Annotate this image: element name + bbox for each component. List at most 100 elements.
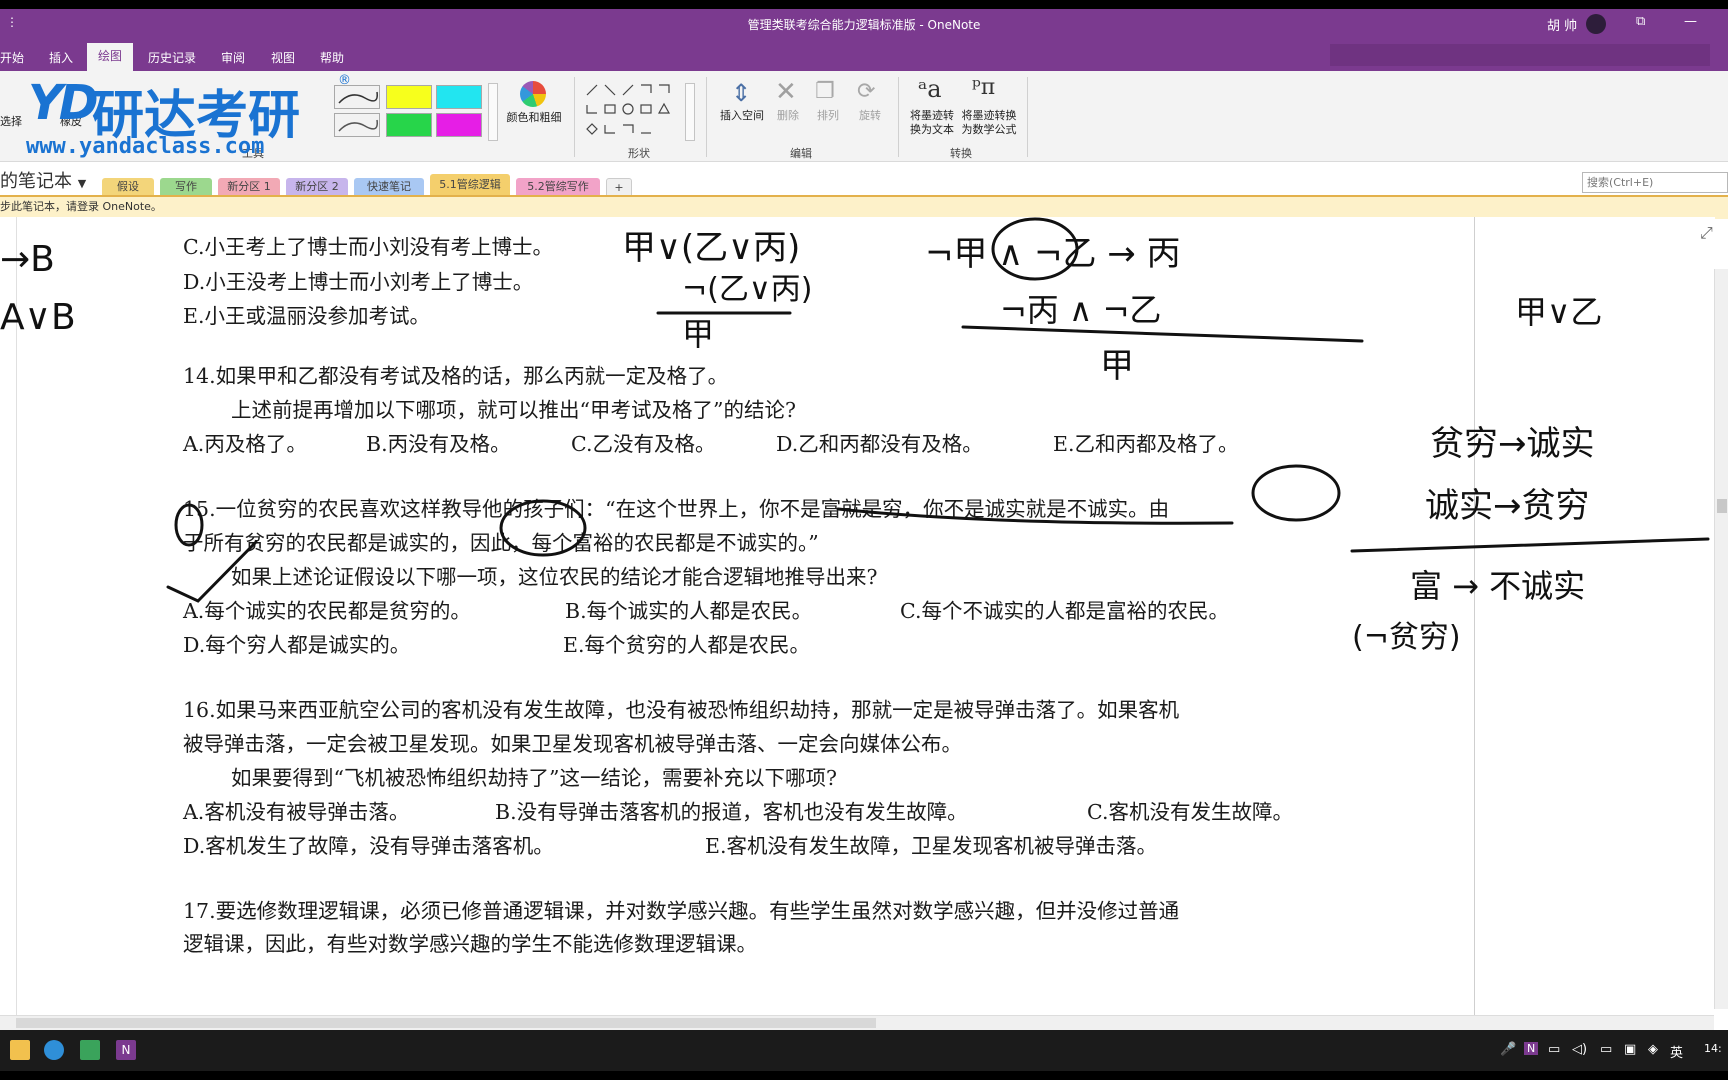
shield-icon[interactable]: ◈ [1648,1042,1658,1057]
onenote-tray-icon[interactable]: N [1524,1042,1539,1055]
ink-annotations[interactable]: →B A∨B 甲∨(乙∨丙) ¬(乙∨丙) 甲 ¬甲 ∧ ¬乙 → 丙 ¬丙 ∧… [0,217,1715,1017]
tab-help[interactable]: 帮助 [320,49,344,66]
search-input[interactable]: 搜索(Ctrl+E) [1582,172,1728,193]
display-icon[interactable]: ▣ [1624,1042,1636,1057]
battery-icon[interactable]: ▭ [1600,1042,1612,1057]
ink-rule-4: (¬贫穷) [1352,620,1461,655]
blurred-region [1330,44,1710,66]
ink-q14-premise2: ¬丙 ∧ ¬乙 [1000,291,1161,329]
convert-group-label: 转换 [950,147,972,160]
ink-left-2: A∨B [0,297,76,338]
section-tab[interactable]: 写作 [160,178,212,196]
avatar[interactable] [1586,14,1606,34]
scroll-thumb[interactable] [16,1018,876,1028]
section-tab-active[interactable]: 5.1管综逻辑 [430,174,510,196]
section-tab[interactable]: 新分区 2 [286,178,348,196]
section-tab[interactable]: 新分区 1 [218,178,280,196]
separator [706,77,707,157]
watermark-url: www.yandaclass.com [26,134,265,159]
ink-stroke [961,325,1364,343]
insert-space-button[interactable]: 插入空间 [716,109,768,123]
delete-button[interactable]: 删除 [773,109,803,123]
delete-icon: ✕ [775,77,797,107]
menu-bar: 开始 插入 绘图 历史记录 审阅 视图 帮助 [0,39,1728,71]
ink-circle [174,503,204,547]
taskbar: N 🎤 N ▭ ◁) ▭ ▣ ◈ 英 14: [0,1030,1728,1071]
ink-underline [836,507,1234,525]
tab-review[interactable]: 审阅 [221,49,245,66]
clock[interactable]: 14: [1704,1042,1722,1055]
shapes-gallery[interactable] [583,81,683,141]
pen-magenta[interactable] [436,113,482,137]
restore-window-icon[interactable]: ⧉ [1636,14,1645,29]
ink-to-math-button[interactable]: 将墨迹转换为数学公式 [958,109,1020,137]
pen-cyan[interactable] [436,85,482,109]
ink-q14-conclusion2: 甲 [1100,346,1134,386]
vertical-scrollbar[interactable] [1714,269,1728,1009]
tab-draw[interactable]: 绘图 [87,43,134,71]
volume-icon[interactable]: ◁) [1572,1042,1587,1057]
minimize-icon[interactable]: — [1684,14,1697,29]
ime-language[interactable]: 英 [1670,1042,1683,1061]
tab-home[interactable]: 开始 [0,49,24,66]
tab-history[interactable]: 历史记录 [148,49,196,66]
color-thickness-button[interactable]: 颜色和粗细 [504,111,564,125]
separator [574,77,575,157]
pen-yellow[interactable] [386,85,432,109]
arrange-button[interactable]: 排列 [813,109,843,123]
info-bar: 步此笔记本，请登录 OneNote。 [0,195,1728,219]
window-title: 管理类联考综合能力逻辑标准版 - OneNote [747,18,981,32]
shapes-icon [586,84,671,135]
pen-gray[interactable] [334,113,380,137]
pen-green[interactable] [386,113,432,137]
select-label[interactable]: 选择 [0,115,22,129]
section-bar: 的笔记本 ▼ 假设 写作 新分区 1 新分区 2 快速笔记 5.1管综逻辑 5.… [0,162,1728,198]
ink-to-text-icon: ᵃa [918,75,942,103]
section-tab[interactable]: 5.2管综写作 [516,178,600,196]
arrange-icon: ❐ [815,79,835,104]
watermark-reg-mark: ® [338,73,351,88]
pen-black[interactable] [334,85,380,109]
ink-circle [1251,464,1341,522]
horizontal-scrollbar[interactable] [0,1015,1714,1030]
insert-space-icon: ⇕ [731,79,752,107]
network-icon[interactable]: ▭ [1548,1042,1560,1057]
app-icon[interactable] [80,1040,100,1060]
ink-check [166,540,258,603]
ink-to-text-button[interactable]: 将墨迹转换为文本 [906,109,958,137]
scroll-thumb[interactable] [1717,499,1727,513]
tab-view[interactable]: 视图 [271,49,295,66]
rotate-button[interactable]: 旋转 [855,109,885,123]
ink-q14-rule: ¬甲 ∧ ¬乙 → 丙 [925,234,1181,274]
ink-q14-conclusion: 甲 [682,315,714,353]
note-page[interactable]: ⤢ C.小王考上了博士而小刘没有考上博士。 D.小王没考上博士而小刘考上了博士。… [0,217,1715,1017]
notebook-name[interactable]: 的笔记本 ▼ [0,167,86,193]
shapes-gallery-scroll[interactable] [685,83,695,141]
section-tab[interactable]: 快速笔记 [354,178,424,196]
edit-group-label: 编辑 [790,147,812,160]
ink-left-1: →B [0,239,55,280]
tab-insert[interactable]: 插入 [49,49,73,66]
section-tab[interactable]: 假设 [102,178,154,196]
ink-disjunction: 甲∨乙 [1515,293,1602,331]
onenote-window: ⋮ 管理类联考综合能力逻辑标准版 - OneNote 胡 帅 ⧉ — 开始 插入… [0,9,1728,1071]
ink-q14-premise: 甲∨(乙∨丙) [622,228,800,268]
user-name[interactable]: 胡 帅 [1547,15,1577,34]
watermark-logo: YD [28,75,99,131]
ink-circle [499,499,587,557]
pen-gallery-scroll[interactable] [488,83,498,141]
ink-rule-1: 贫穷→诚实 [1430,424,1595,464]
color-wheel-icon[interactable] [520,81,546,107]
file-explorer-icon[interactable] [10,1040,30,1060]
onenote-icon[interactable]: N [116,1040,136,1060]
shapes-group-label: 形状 [628,147,650,160]
separator [1027,77,1028,157]
ink-to-math-icon: ᵖπ [972,75,996,100]
draw-ribbon: 选择 橡皮 颜色和粗细 形状 ⇕ 插入空间 ✕ 删除 ❐ 排列 ⟳ 旋转 编辑 … [0,71,1728,162]
rotate-icon: ⟳ [857,79,876,104]
microphone-icon[interactable]: 🎤 [1500,1042,1516,1057]
title-bar: ⋮ 管理类联考综合能力逻辑标准版 - OneNote 胡 帅 ⧉ — [0,9,1728,39]
ink-q14-negation: ¬(乙∨丙) [682,272,813,307]
edge-icon[interactable] [44,1040,64,1060]
ink-stroke [1350,537,1710,553]
